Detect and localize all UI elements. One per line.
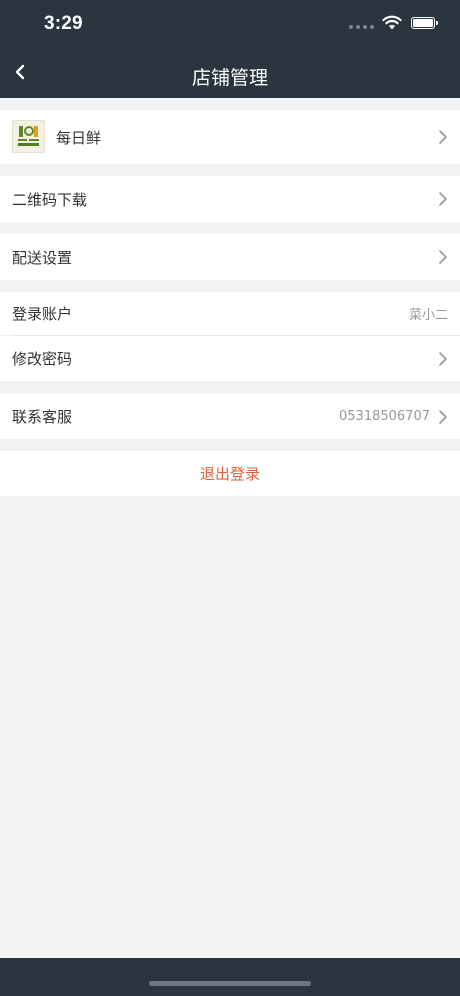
chevron-right-icon [439, 409, 447, 424]
chevron-right-icon [439, 351, 447, 366]
qr-code-download-label: 二维码下载 [12, 190, 88, 209]
delivery-settings-row[interactable]: 配送设置 [0, 234, 460, 280]
logout-label: 退出登录 [199, 465, 260, 483]
store-logo [12, 120, 45, 153]
store-info-row[interactable]: 每日鲜 [0, 110, 460, 164]
status-time: 3:29 [44, 13, 83, 34]
customer-service-label: 联系客服 [12, 408, 73, 426]
page-title: 店铺管理 [191, 67, 268, 89]
customer-service-row[interactable]: 联系客服 05318506707 [0, 394, 460, 439]
login-account-label: 登录账户 [12, 305, 73, 323]
chevron-right-icon [439, 192, 447, 206]
home-indicator[interactable] [149, 981, 311, 986]
change-password-label: 修改密码 [12, 350, 73, 368]
change-password-row[interactable]: 修改密码 [0, 336, 460, 381]
nav-bar: 店铺管理 [0, 50, 460, 98]
login-account-row: 登录账户 菜小二 [0, 292, 460, 335]
login-account-value: 菜小二 [408, 308, 448, 323]
delivery-settings-label: 配送设置 [12, 248, 73, 267]
status-bar: 3:29 [0, 0, 460, 50]
wifi-icon [382, 15, 402, 30]
store-name: 每日鲜 [56, 128, 102, 147]
battery-icon [411, 17, 438, 29]
logout-button[interactable]: 退出登录 [0, 451, 460, 496]
cellular-signal-icon [349, 25, 374, 29]
chevron-right-icon [439, 250, 447, 264]
customer-service-phone: 05318506707 [339, 409, 430, 424]
qr-code-download-row[interactable]: 二维码下载 [0, 176, 460, 222]
home-indicator-area [0, 958, 460, 996]
chevron-right-icon [439, 130, 447, 144]
